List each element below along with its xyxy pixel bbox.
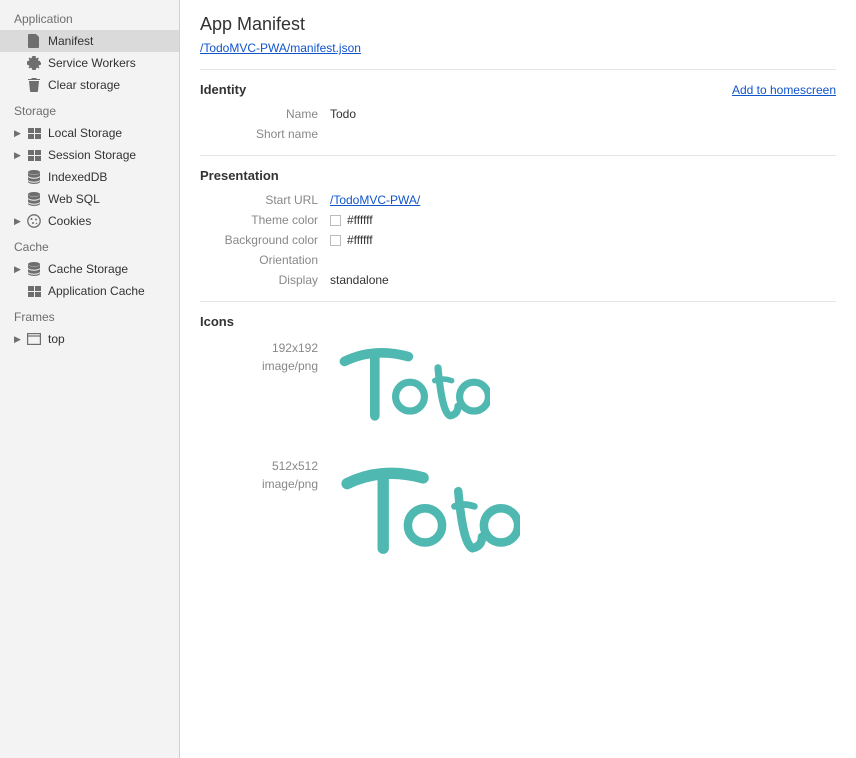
start-url-row: Start URL /TodoMVC-PWA/ xyxy=(200,193,836,207)
sidebar-item-label: Application Cache xyxy=(48,283,179,299)
sidebar-item-label: Manifest xyxy=(48,33,179,49)
kv-key: Orientation xyxy=(200,253,330,267)
cookie-icon xyxy=(26,213,42,229)
sidebar: Application Manifest Service Workers Cle… xyxy=(0,0,180,758)
main-panel: App Manifest /TodoMVC-PWA/manifest.json … xyxy=(180,0,856,758)
bg-color-row: Background color #ffffff xyxy=(200,233,836,247)
sidebar-item-indexeddb[interactable]: IndexedDB xyxy=(0,166,179,188)
database-icon xyxy=(26,191,42,207)
page-title: App Manifest xyxy=(200,14,836,35)
bg-color-value: #ffffff xyxy=(347,233,373,247)
identity-heading: Identity xyxy=(200,82,246,97)
sidebar-item-label: Clear storage xyxy=(48,77,179,93)
sidebar-item-local-storage[interactable]: ▶ Local Storage xyxy=(0,122,179,144)
add-to-homescreen-link[interactable]: Add to homescreen xyxy=(732,83,836,97)
icon-size: 192x192 xyxy=(200,339,318,357)
kv-val: #ffffff xyxy=(330,213,373,227)
theme-color-value: #ffffff xyxy=(347,213,373,227)
sidebar-item-label: Session Storage xyxy=(48,147,179,163)
kv-key: Background color xyxy=(200,233,330,247)
kv-val: Todo xyxy=(330,107,356,121)
trash-icon xyxy=(26,77,42,93)
bg-color-swatch xyxy=(330,235,341,246)
frame-icon xyxy=(26,331,42,347)
sidebar-section-frames: Frames xyxy=(0,302,179,328)
icon-type: image/png xyxy=(200,475,318,493)
icons-section: Icons 192x192 image/png xyxy=(200,301,836,562)
presentation-heading: Presentation xyxy=(200,168,279,183)
sidebar-item-label: IndexedDB xyxy=(48,169,179,185)
manifest-icon xyxy=(26,33,42,49)
identity-name-row: Name Todo xyxy=(200,107,836,121)
todo-app-icon xyxy=(330,457,520,562)
chevron-right-icon[interactable]: ▶ xyxy=(14,213,24,229)
database-icon xyxy=(26,169,42,185)
kv-key: Name xyxy=(200,107,330,121)
icon-size: 512x512 xyxy=(200,457,318,475)
identity-shortname-row: Short name xyxy=(200,127,836,141)
sidebar-item-application-cache[interactable]: Application Cache xyxy=(0,280,179,302)
chevron-right-icon[interactable]: ▶ xyxy=(14,331,24,347)
sidebar-item-label: Cache Storage xyxy=(48,261,179,277)
kv-key: Theme color xyxy=(200,213,330,227)
grid-icon xyxy=(26,125,42,141)
icon-type: image/png xyxy=(200,357,318,375)
sidebar-item-session-storage[interactable]: ▶ Session Storage xyxy=(0,144,179,166)
grid-icon xyxy=(26,283,42,299)
sidebar-item-service-workers[interactable]: Service Workers xyxy=(0,52,179,74)
grid-icon xyxy=(26,147,42,163)
sidebar-item-top-frame[interactable]: ▶ top xyxy=(0,328,179,350)
kv-val: #ffffff xyxy=(330,233,373,247)
icon-entry-0: 192x192 image/png xyxy=(200,339,836,427)
sidebar-item-websql[interactable]: Web SQL xyxy=(0,188,179,210)
gear-icon xyxy=(26,55,42,71)
sidebar-item-label: Service Workers xyxy=(48,55,179,71)
sidebar-item-label: Local Storage xyxy=(48,125,179,141)
kv-key: Start URL xyxy=(200,193,330,207)
start-url-link[interactable]: /TodoMVC-PWA/ xyxy=(330,193,420,207)
presentation-section: Presentation Start URL /TodoMVC-PWA/ The… xyxy=(200,155,836,287)
sidebar-item-label: Cookies xyxy=(48,213,179,229)
database-icon xyxy=(26,261,42,277)
sidebar-item-clear-storage[interactable]: Clear storage xyxy=(0,74,179,96)
identity-section: Identity Add to homescreen Name Todo Sho… xyxy=(200,69,836,141)
sidebar-item-label: Web SQL xyxy=(48,191,179,207)
kv-val: standalone xyxy=(330,273,389,287)
chevron-right-icon[interactable]: ▶ xyxy=(14,261,24,277)
sidebar-item-cache-storage[interactable]: ▶ Cache Storage xyxy=(0,258,179,280)
sidebar-item-cookies[interactable]: ▶ Cookies xyxy=(0,210,179,232)
theme-color-row: Theme color #ffffff xyxy=(200,213,836,227)
kv-key: Short name xyxy=(200,127,330,141)
sidebar-section-storage: Storage xyxy=(0,96,179,122)
chevron-right-icon[interactable]: ▶ xyxy=(14,147,24,163)
chevron-right-icon[interactable]: ▶ xyxy=(14,125,24,141)
orientation-row: Orientation xyxy=(200,253,836,267)
theme-color-swatch xyxy=(330,215,341,226)
icons-heading: Icons xyxy=(200,314,234,329)
todo-app-icon xyxy=(330,339,490,427)
sidebar-section-cache: Cache xyxy=(0,232,179,258)
sidebar-item-manifest[interactable]: Manifest xyxy=(0,30,179,52)
sidebar-section-application: Application xyxy=(0,4,179,30)
kv-key: Display xyxy=(200,273,330,287)
icon-entry-1: 512x512 image/png xyxy=(200,457,836,562)
manifest-link[interactable]: /TodoMVC-PWA/manifest.json xyxy=(200,41,361,55)
display-row: Display standalone xyxy=(200,273,836,287)
sidebar-item-label: top xyxy=(48,331,179,347)
